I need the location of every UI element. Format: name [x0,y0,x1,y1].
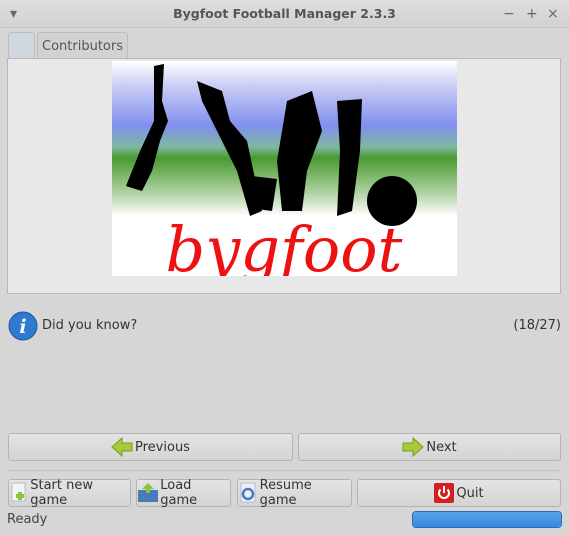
load-label: Load game [160,478,198,508]
window-menu-icon[interactable]: ▾ [10,0,17,28]
minimize-button[interactable]: − [503,0,515,28]
svg-text:i: i [19,316,26,338]
tab-panel: bygfoot [7,58,561,294]
status-text: Ready [7,512,48,527]
resume-label: Resume game [259,478,312,508]
quit-button[interactable]: Quit [357,479,561,507]
power-icon [434,483,455,503]
next-button[interactable]: Next [298,433,561,461]
arrow-left-icon [111,437,133,457]
bygfoot-logo: bygfoot [112,61,457,276]
tab-contributors[interactable]: Contributors [37,32,128,59]
start-label: Start new game [30,478,93,508]
progress-fill [413,512,561,527]
tab-logo[interactable] [8,32,35,59]
start-new-game-button[interactable]: Start new game [8,478,131,508]
logo-text: bygfoot [166,213,403,276]
quit-label: Quit [456,485,484,501]
previous-button[interactable]: Previous [8,433,293,461]
arrow-right-icon [402,437,425,457]
title-bar: ▾ Bygfoot Football Manager 2.3.3 − + × [0,0,569,28]
resume-icon [240,482,256,503]
tip-counter: (18/27) [513,318,561,333]
separator [8,470,561,471]
progress-bar [412,511,562,528]
previous-label: Previous [135,439,190,455]
tip-label: Did you know? [42,318,138,333]
load-game-button[interactable]: Load game [136,478,231,508]
close-button[interactable]: × [547,0,559,28]
new-document-icon [11,482,26,502]
maximize-button[interactable]: + [526,0,538,28]
tab-label: Contributors [42,39,123,54]
resume-game-button[interactable]: Resume game [237,478,352,508]
next-label: Next [426,439,457,455]
info-icon: i [8,311,38,345]
window-title: Bygfoot Football Manager 2.3.3 [173,6,396,21]
load-folder-icon [138,483,158,502]
